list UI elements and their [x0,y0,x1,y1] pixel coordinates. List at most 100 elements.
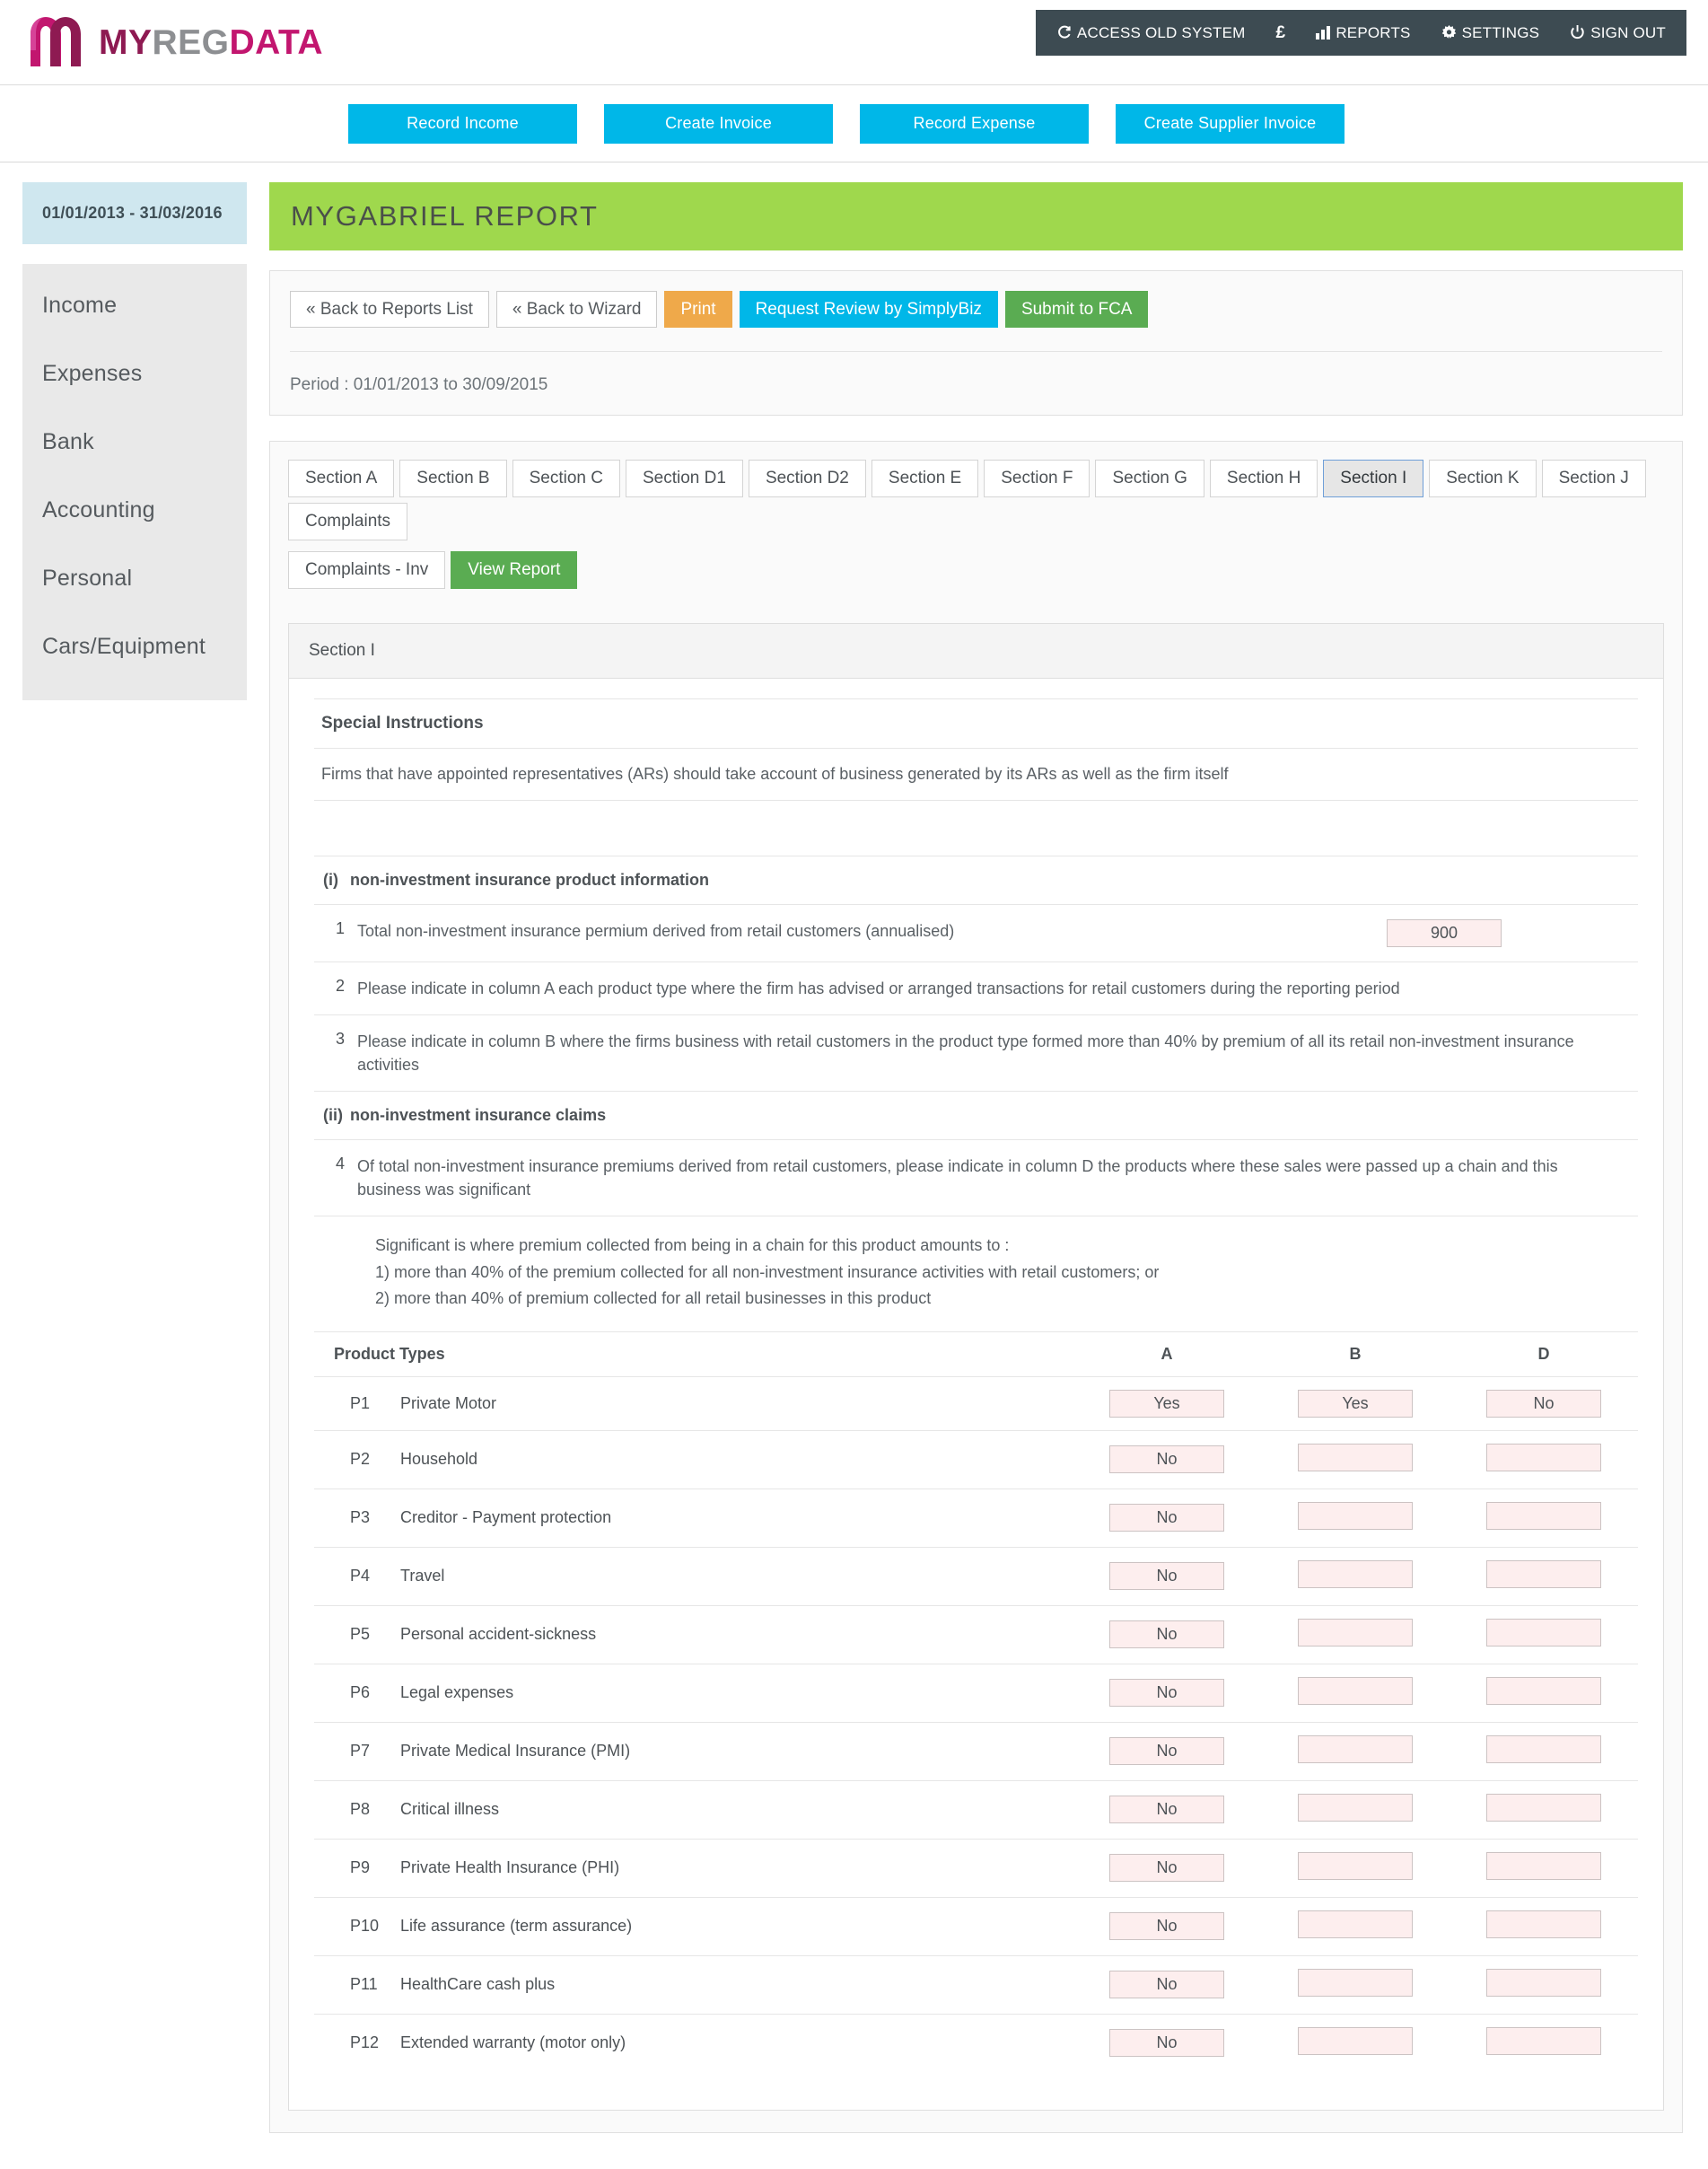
tab-complaints-inv[interactable]: Complaints - Inv [288,551,446,589]
cell-d-input[interactable]: No [1486,1389,1601,1418]
cell-b-input[interactable] [1298,1734,1413,1763]
cell-b-input[interactable] [1298,1501,1413,1530]
cell-a-input[interactable]: No [1109,1679,1224,1708]
cell-d-input[interactable] [1486,1443,1601,1471]
cell-d-input[interactable] [1486,1501,1601,1530]
date-range-selector[interactable]: 01/01/2013 - 31/03/2016 [22,182,247,244]
cell-b-input[interactable] [1298,1793,1413,1822]
tab-section-d1[interactable]: Section D1 [625,460,743,497]
report-banner: MYGABRIEL REPORT [269,182,1683,250]
header-column-b: B [1261,1330,1450,1377]
tab-section-h[interactable]: Section H [1209,460,1318,497]
nav-access-old-system[interactable]: ACCESS OLD SYSTEM [1041,10,1261,56]
sidebar-item-accounting[interactable]: Accounting [22,476,247,544]
tab-complaints[interactable]: Complaints [288,503,408,540]
group-ii-heading: (ii) non-investment insurance claims [314,1091,1638,1139]
product-code: P4 [314,1546,400,1606]
cell-d-input[interactable] [1486,1793,1601,1822]
product-types-body: P1 Private Motor Yes Yes No P2 Household… [314,1375,1638,2072]
submit-to-fca-button[interactable]: Submit to FCA [1004,291,1149,328]
logo-data: DATA [229,22,324,62]
group-i-roman: (i) [323,871,338,889]
cell-d-input[interactable] [1486,1734,1601,1763]
cell-b [1261,1779,1450,1840]
product-name: Critical illness [400,1779,1073,1840]
cell-a-input[interactable]: Yes [1109,1389,1224,1418]
cell-a: No [1073,1604,1261,1664]
cell-a-input[interactable]: No [1109,1854,1224,1883]
cell-b-input[interactable]: Yes [1298,1389,1413,1418]
create-supplier-invoice-button[interactable]: Create Supplier Invoice [1116,103,1345,144]
product-name: Life assurance (term assurance) [400,1896,1073,1956]
question-2-text: Please indicate in column A each product… [357,979,1400,997]
cell-b-input[interactable] [1298,1910,1413,1938]
cell-b-input[interactable] [1298,1618,1413,1647]
nav-currency[interactable]: £ [1261,10,1301,56]
table-row: P9 Private Health Insurance (PHI) No [314,1838,1638,1898]
sidebar-item-income[interactable]: Income [22,271,247,339]
cell-a-input[interactable]: No [1109,1445,1224,1474]
significance-note-line-1: Significant is where premium collected f… [375,1236,1010,1255]
nav-reports-label: REPORTS [1336,23,1411,41]
table-row: P10 Life assurance (term assurance) No [314,1896,1638,1956]
view-report-button[interactable]: View Report [451,551,578,589]
cell-b-input[interactable] [1298,2026,1413,2055]
total-premium-value[interactable]: 900 [1387,919,1502,947]
tab-section-g[interactable]: Section G [1095,460,1204,497]
tab-section-k[interactable]: Section K [1429,460,1537,497]
cell-d-input[interactable] [1486,1851,1601,1880]
nav-sign-out[interactable]: SIGN OUT [1555,10,1681,56]
request-review-button[interactable]: Request Review by SimplyBiz [739,291,998,328]
sidebar-item-personal[interactable]: Personal [22,544,247,612]
cell-d-input[interactable] [1486,1910,1601,1938]
tab-section-e[interactable]: Section E [871,460,979,497]
cell-a-input[interactable]: No [1109,1912,1224,1941]
cell-d-input[interactable] [1486,2026,1601,2055]
print-button[interactable]: Print [664,291,732,328]
cell-d-input[interactable] [1486,1618,1601,1647]
sidebar-item-expenses[interactable]: Expenses [22,339,247,408]
table-row: P6 Legal expenses No [314,1663,1638,1723]
sidebar-item-cars-equipment[interactable]: Cars/Equipment [22,612,247,681]
back-to-reports-list-button[interactable]: « Back to Reports List [290,291,489,328]
product-types-table: Product Types A B D P1 Private Motor Yes [314,1330,1638,2072]
record-income-button[interactable]: Record Income [348,103,577,144]
product-name: Private Health Insurance (PHI) [400,1838,1073,1898]
tab-section-j[interactable]: Section J [1541,460,1646,497]
cell-d-input[interactable] [1486,1559,1601,1588]
create-invoice-button[interactable]: Create Invoice [604,103,833,144]
cell-a: No [1073,1954,1261,2015]
cell-a-input[interactable]: No [1109,1796,1224,1824]
back-to-wizard-button[interactable]: « Back to Wizard [495,291,658,328]
logo[interactable]: MYREGDATA [0,14,323,70]
cell-a-input[interactable]: No [1109,2029,1224,2058]
tab-section-a[interactable]: Section A [288,460,395,497]
tab-section-d2[interactable]: Section D2 [748,460,866,497]
cell-b-input[interactable] [1298,1443,1413,1471]
cell-b-input[interactable] [1298,1968,1413,1997]
cell-a-input[interactable]: No [1109,1971,1224,1999]
special-instructions-text-row: Firms that have appointed representative… [314,748,1638,800]
product-code: P6 [314,1663,400,1723]
tab-section-b[interactable]: Section B [399,460,507,497]
question-row-3: 3 Please indicate in column B where the … [314,1014,1638,1091]
cell-a-input[interactable]: No [1109,1562,1224,1591]
cell-b-input[interactable] [1298,1676,1413,1705]
tab-section-i[interactable]: Section I [1323,460,1424,497]
sidebar-item-bank[interactable]: Bank [22,408,247,476]
cell-b [1261,1838,1450,1898]
cell-a-input[interactable]: No [1109,1737,1224,1766]
gear-icon [1441,25,1457,40]
tab-section-c[interactable]: Section C [512,460,620,497]
nav-reports[interactable]: REPORTS [1301,10,1425,56]
cell-d-input[interactable] [1486,1968,1601,1997]
cell-b-input[interactable] [1298,1851,1413,1880]
record-expense-button[interactable]: Record Expense [860,103,1089,144]
tab-section-f[interactable]: Section F [984,460,1090,497]
cell-a-input[interactable]: No [1109,1504,1224,1532]
nav-settings[interactable]: SETTINGS [1426,10,1555,56]
cell-a-input[interactable]: No [1109,1620,1224,1649]
cell-d [1450,1721,1638,1781]
cell-d-input[interactable] [1486,1676,1601,1705]
cell-b-input[interactable] [1298,1559,1413,1588]
